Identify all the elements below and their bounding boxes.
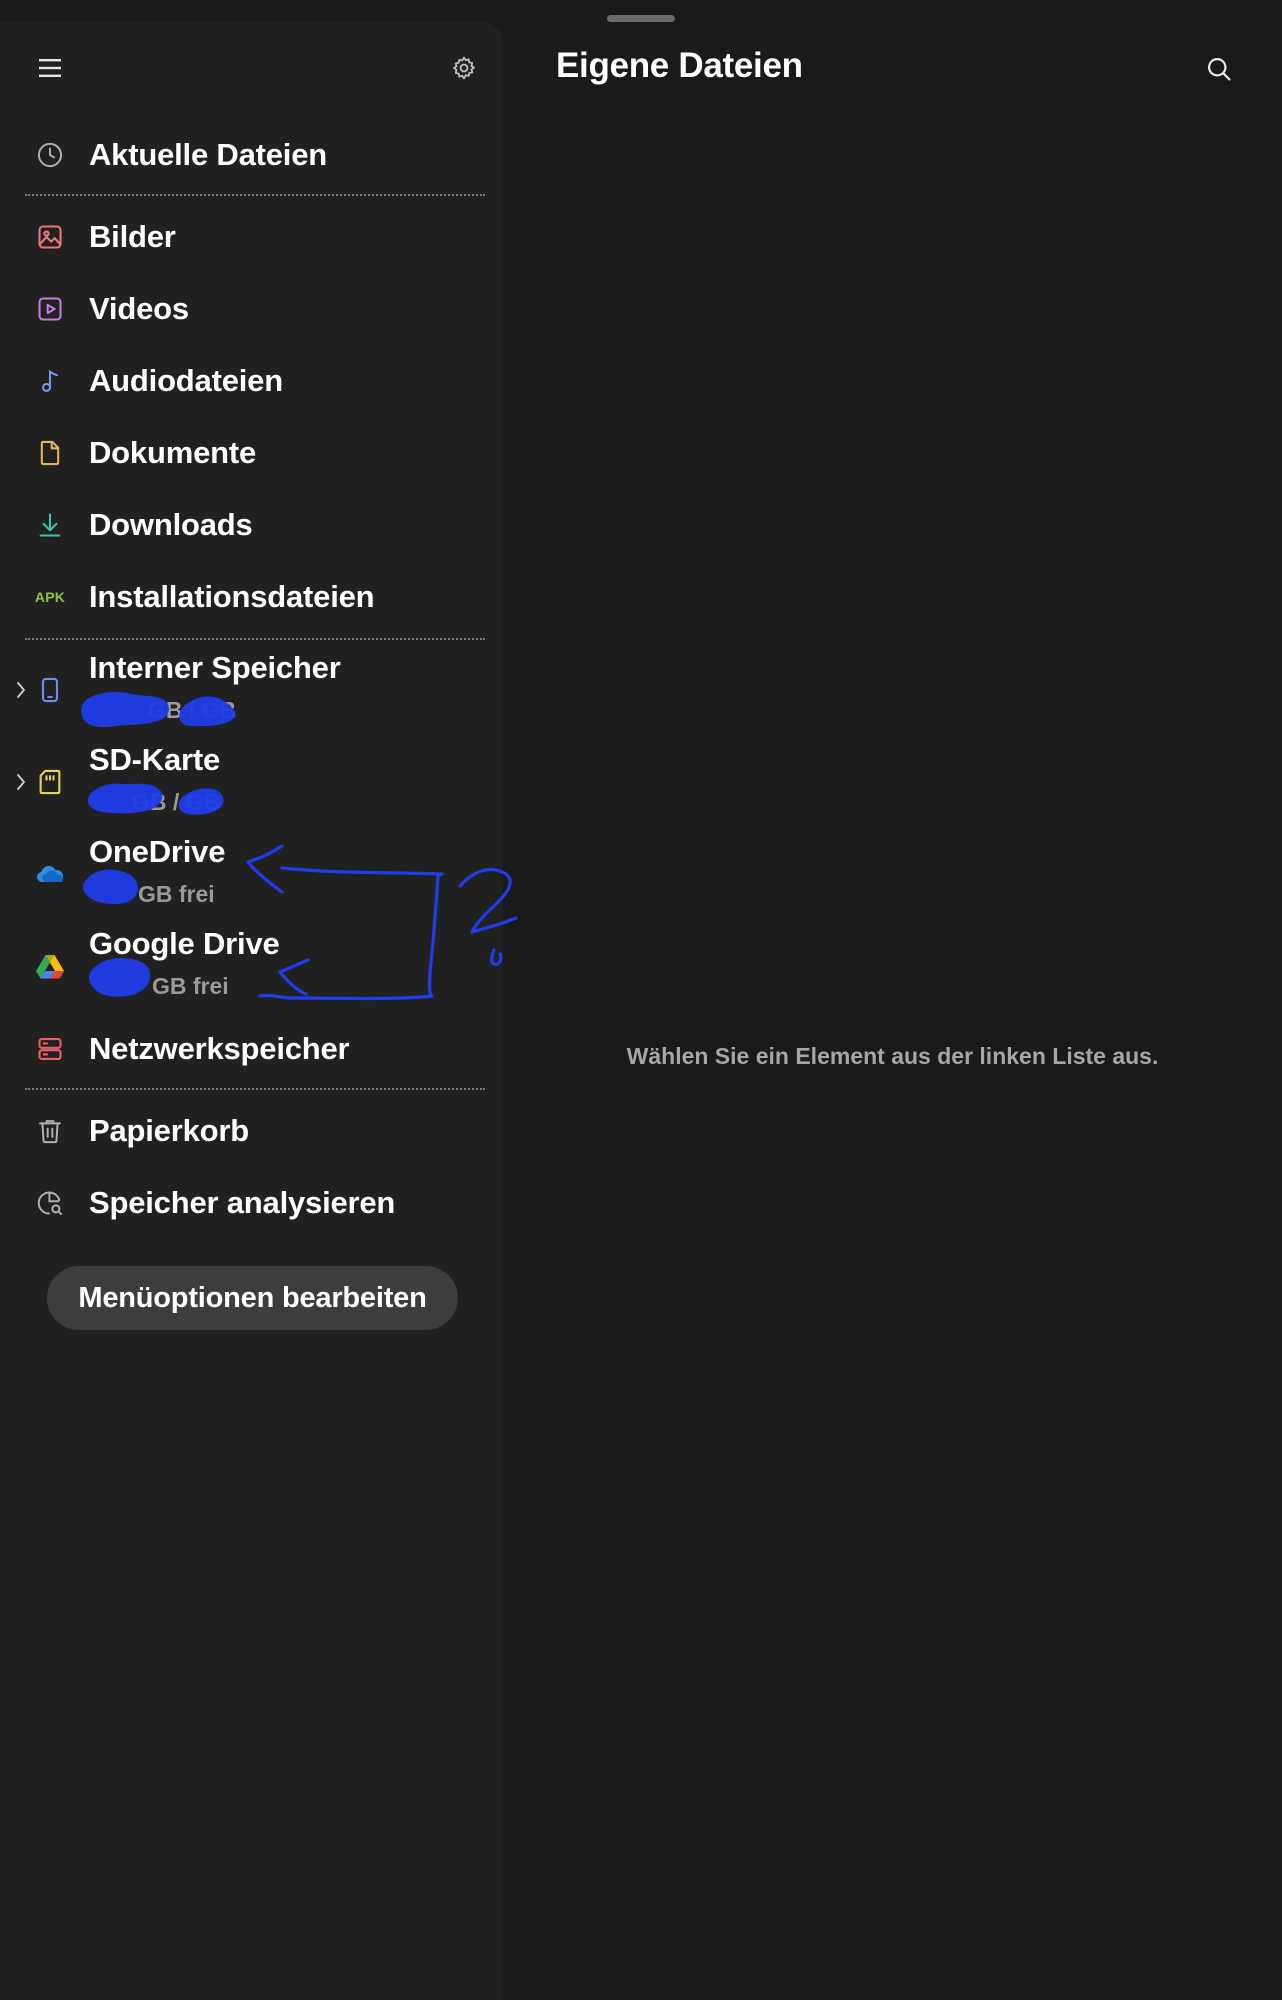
nav-item-label: Bilder bbox=[89, 219, 176, 254]
document-icon bbox=[34, 437, 66, 469]
empty-selection-hint: Wählen Sie ein Element aus der linken Li… bbox=[626, 1043, 1159, 1069]
storage-usage-text: GB / GB bbox=[148, 697, 237, 723]
storage-free-text: GB frei bbox=[138, 881, 215, 907]
nav-item-label: Aktuelle Dateien bbox=[89, 137, 327, 172]
divider bbox=[25, 194, 485, 196]
divider bbox=[25, 1088, 485, 1090]
nav-item-label: Videos bbox=[89, 291, 189, 326]
trash-icon bbox=[34, 1115, 66, 1147]
search-icon[interactable] bbox=[1200, 50, 1238, 88]
app-window: Aktuelle Dateien Bilder Videos Audiodate… bbox=[0, 0, 1282, 2000]
sd-card-icon bbox=[34, 766, 66, 798]
page-title: Eigene Dateien bbox=[556, 46, 803, 85]
clock-icon bbox=[34, 139, 66, 171]
storage-free-text: GB frei bbox=[152, 973, 229, 999]
navigation-drawer: Aktuelle Dateien Bilder Videos Audiodate… bbox=[0, 22, 503, 2000]
nav-item-sd-card[interactable]: SD-Karte GB / GB bbox=[0, 737, 503, 827]
phone-icon bbox=[34, 674, 66, 706]
storage-title: SD-Karte bbox=[89, 742, 221, 777]
edit-menu-options-button[interactable]: Menüoptionen bearbeiten bbox=[47, 1266, 458, 1330]
nav-item-analyze-storage[interactable]: Speicher analysieren bbox=[0, 1167, 503, 1239]
nav-item-label: Papierkorb bbox=[89, 1113, 249, 1148]
drawer-header bbox=[0, 22, 503, 112]
chevron-right-icon[interactable] bbox=[12, 771, 30, 793]
apk-icon: APK bbox=[34, 581, 66, 613]
drag-handle[interactable] bbox=[607, 15, 675, 22]
nav-item-internal-storage[interactable]: Interner Speicher GB / GB bbox=[0, 645, 503, 735]
storage-title: Google Drive bbox=[89, 926, 280, 961]
settings-gear-icon[interactable] bbox=[446, 50, 482, 86]
divider bbox=[25, 638, 485, 640]
nav-item-trash[interactable]: Papierkorb bbox=[0, 1095, 503, 1167]
nav-item-documents[interactable]: Dokumente bbox=[0, 417, 503, 489]
nav-item-onedrive[interactable]: OneDrive GB frei bbox=[0, 829, 503, 919]
storage-analysis-icon bbox=[34, 1187, 66, 1219]
nav-item-label: Installationsdateien bbox=[89, 579, 375, 614]
nav-item-installation-files[interactable]: APK Installationsdateien bbox=[0, 561, 503, 633]
image-icon bbox=[34, 221, 66, 253]
nav-item-recent-files[interactable]: Aktuelle Dateien bbox=[0, 119, 503, 191]
google-drive-icon bbox=[34, 950, 66, 982]
chevron-right-icon[interactable] bbox=[12, 679, 30, 701]
nav-item-videos[interactable]: Videos bbox=[0, 273, 503, 345]
nav-item-label: Dokumente bbox=[89, 435, 257, 470]
nav-item-images[interactable]: Bilder bbox=[0, 201, 503, 273]
storage-usage-text: GB / GB bbox=[132, 789, 221, 815]
apk-icon-text: APK bbox=[34, 589, 66, 605]
video-icon bbox=[34, 293, 66, 325]
nav-item-label: Audiodateien bbox=[89, 363, 283, 398]
server-icon bbox=[34, 1033, 66, 1065]
nav-item-label: Netzwerkspeicher bbox=[89, 1031, 350, 1066]
download-icon bbox=[34, 509, 66, 541]
nav-item-label: Downloads bbox=[89, 507, 253, 542]
nav-item-audio[interactable]: Audiodateien bbox=[0, 345, 503, 417]
nav-item-google-drive[interactable]: Google Drive GB frei bbox=[0, 921, 503, 1011]
hamburger-menu-icon[interactable] bbox=[32, 50, 68, 86]
nav-item-downloads[interactable]: Downloads bbox=[0, 489, 503, 561]
nav-item-network-storage[interactable]: Netzwerkspeicher bbox=[0, 1013, 503, 1085]
storage-title: OneDrive bbox=[89, 834, 226, 869]
music-note-icon bbox=[34, 365, 66, 397]
storage-title: Interner Speicher bbox=[89, 650, 341, 685]
nav-item-label: Speicher analysieren bbox=[89, 1185, 396, 1220]
onedrive-icon bbox=[34, 858, 66, 890]
